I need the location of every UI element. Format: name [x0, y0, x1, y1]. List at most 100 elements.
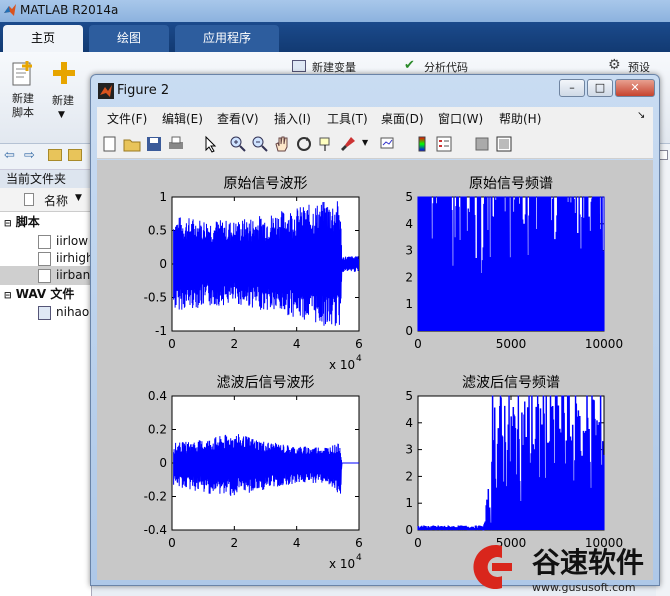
menu-help[interactable]: 帮助(H): [499, 110, 541, 127]
file-item-selected[interactable]: iirban: [0, 266, 92, 285]
y-tick-label: 0.2: [148, 423, 167, 437]
new-dropdown-icon[interactable]: ▼: [58, 110, 65, 120]
print-icon[interactable]: [167, 135, 185, 153]
audio-file-icon: [38, 306, 51, 320]
link-plot-icon[interactable]: [379, 135, 397, 153]
new-script-button[interactable]: 新建 脚本: [6, 58, 40, 128]
x-tick-label: 4: [293, 536, 301, 550]
zoom-in-icon[interactable]: [229, 135, 247, 153]
gear-icon: ⚙: [608, 57, 621, 73]
matlab-logo-icon: [4, 4, 16, 16]
open-file-icon[interactable]: [123, 135, 141, 153]
new-variable-label: 新建变量: [312, 61, 356, 74]
watermark: 谷速软件 www.gususoft.com: [473, 545, 644, 594]
x-tick-label: 0: [414, 337, 422, 351]
folder-up-icon[interactable]: [48, 149, 62, 161]
y-tick-label: -1: [155, 324, 167, 338]
watermark-url: www.gususoft.com: [532, 581, 636, 594]
collapse-icon[interactable]: ⊟: [4, 291, 12, 301]
chart-title: 滤波后信号频谱: [462, 375, 560, 391]
y-tick-label: 0.5: [148, 224, 167, 238]
menu-edit[interactable]: 编辑(E): [162, 110, 203, 127]
menu-view[interactable]: 查看(V): [217, 110, 259, 127]
pointer-icon[interactable]: [201, 135, 219, 153]
figure-window: Figure 2 – □ ✕ 文件(F) 编辑(E) 查看(V) 插入(I) 工…: [90, 74, 660, 586]
tab-apps[interactable]: 应用程序: [175, 25, 279, 52]
app-title: MATLAB R2014a: [20, 3, 119, 17]
menu-desktop[interactable]: 桌面(D): [381, 110, 424, 127]
pan-hand-icon[interactable]: [273, 135, 291, 153]
y-tick-label: 4: [405, 217, 413, 231]
tab-home[interactable]: 主页: [3, 25, 83, 52]
new-script-label-line1: 新建: [12, 92, 34, 105]
chart-2: 原始信号频谱 0 1 2 3 4 5 0 5000 10000: [405, 176, 623, 351]
current-folder-header: 当前文件夹: [0, 170, 92, 188]
spectrum-series: [417, 196, 605, 332]
file-item[interactable]: nihao: [0, 303, 92, 322]
minimize-button[interactable]: –: [559, 79, 585, 97]
tree-group-scripts[interactable]: ⊟ 脚本: [0, 213, 92, 232]
save-icon[interactable]: [145, 135, 163, 153]
y-tick-label: -0.2: [144, 490, 167, 504]
y-tick-label: 0: [159, 257, 167, 271]
analyze-code-label: 分析代码: [424, 61, 468, 74]
x-axis-multiplier: x 10: [329, 557, 355, 571]
x-tick-label: 4: [293, 337, 301, 351]
y-tick-label: 0.4: [148, 389, 167, 403]
ribbon-tab-bar: 主页 绘图 应用程序: [0, 22, 670, 52]
x-axis-exponent: 4: [356, 354, 362, 364]
y-tick-label: 1: [405, 496, 413, 510]
x-tick-label: 0: [414, 536, 422, 550]
close-button[interactable]: ✕: [615, 79, 655, 97]
browse-folder-icon[interactable]: [68, 149, 82, 161]
new-script-icon: [12, 61, 32, 86]
hide-plot-tools-icon[interactable]: [473, 135, 491, 153]
dock-arrow-icon[interactable]: ↘: [637, 110, 645, 121]
new-figure-icon[interactable]: [101, 135, 119, 153]
zoom-out-icon[interactable]: [251, 135, 269, 153]
menu-window[interactable]: 窗口(W): [438, 110, 483, 127]
forward-arrow-icon[interactable]: ⇨: [24, 148, 35, 163]
chart-4: 滤波后信号频谱0123450 5000 10000: [405, 375, 623, 550]
menu-insert[interactable]: 插入(I): [274, 110, 311, 127]
menu-tools[interactable]: 工具(T): [327, 110, 368, 127]
y-tick-label: 0: [405, 324, 413, 338]
figure-title: Figure 2: [117, 83, 170, 98]
watermark-logo-icon: [473, 545, 512, 589]
figure-canvas: 原始信号波形-1-0.500.510 2 4 6x 10 4原始信号频谱0123450 5…: [97, 160, 653, 580]
new-button[interactable]: 新建 ▼: [46, 58, 80, 128]
script-file-icon: [38, 269, 51, 283]
maximize-button[interactable]: □: [587, 79, 613, 97]
chart-3: 滤波后信号波形-0.4-0.200.20.40 2 4 6x 10 4: [144, 375, 363, 571]
y-tick-label: 2: [405, 469, 413, 483]
tree-group-label: WAV 文件: [15, 287, 75, 301]
insert-legend-icon[interactable]: [435, 135, 453, 153]
x-tick-label: 0: [168, 337, 176, 351]
menu-file[interactable]: 文件(F): [107, 110, 147, 127]
tab-plots[interactable]: 绘图: [89, 25, 169, 52]
figure-logo-icon: [98, 83, 114, 99]
column-name-header[interactable]: 名称: [44, 192, 68, 209]
sort-indicator-icon: ▼: [75, 193, 82, 203]
brush-icon[interactable]: [339, 135, 357, 153]
y-tick-label: -0.4: [144, 523, 167, 537]
variable-icon: [292, 60, 306, 72]
show-plot-tools-icon[interactable]: [495, 135, 513, 153]
brush-dropdown-icon[interactable]: ▼: [362, 138, 368, 147]
script-file-icon: [38, 252, 51, 266]
back-arrow-icon[interactable]: ⇦: [4, 148, 15, 163]
tab-plots-label: 绘图: [116, 31, 141, 45]
rotate-3d-icon[interactable]: [295, 135, 313, 153]
y-tick-label: -0.5: [144, 291, 167, 305]
column-header: 名称 ▼: [0, 188, 92, 212]
preferences-label: 预设: [628, 61, 650, 74]
chart-title: 原始信号频谱: [469, 176, 553, 192]
data-cursor-icon[interactable]: [317, 135, 335, 153]
insert-colorbar-icon[interactable]: [413, 135, 431, 153]
x-tick-label: 0: [168, 536, 176, 550]
tree-group-wav[interactable]: ⊟ WAV 文件: [0, 285, 92, 304]
collapse-icon[interactable]: ⊟: [4, 219, 12, 229]
file-name: iirban: [56, 268, 91, 282]
y-tick-label: 5: [405, 190, 413, 204]
file-type-column-icon: [24, 193, 34, 206]
